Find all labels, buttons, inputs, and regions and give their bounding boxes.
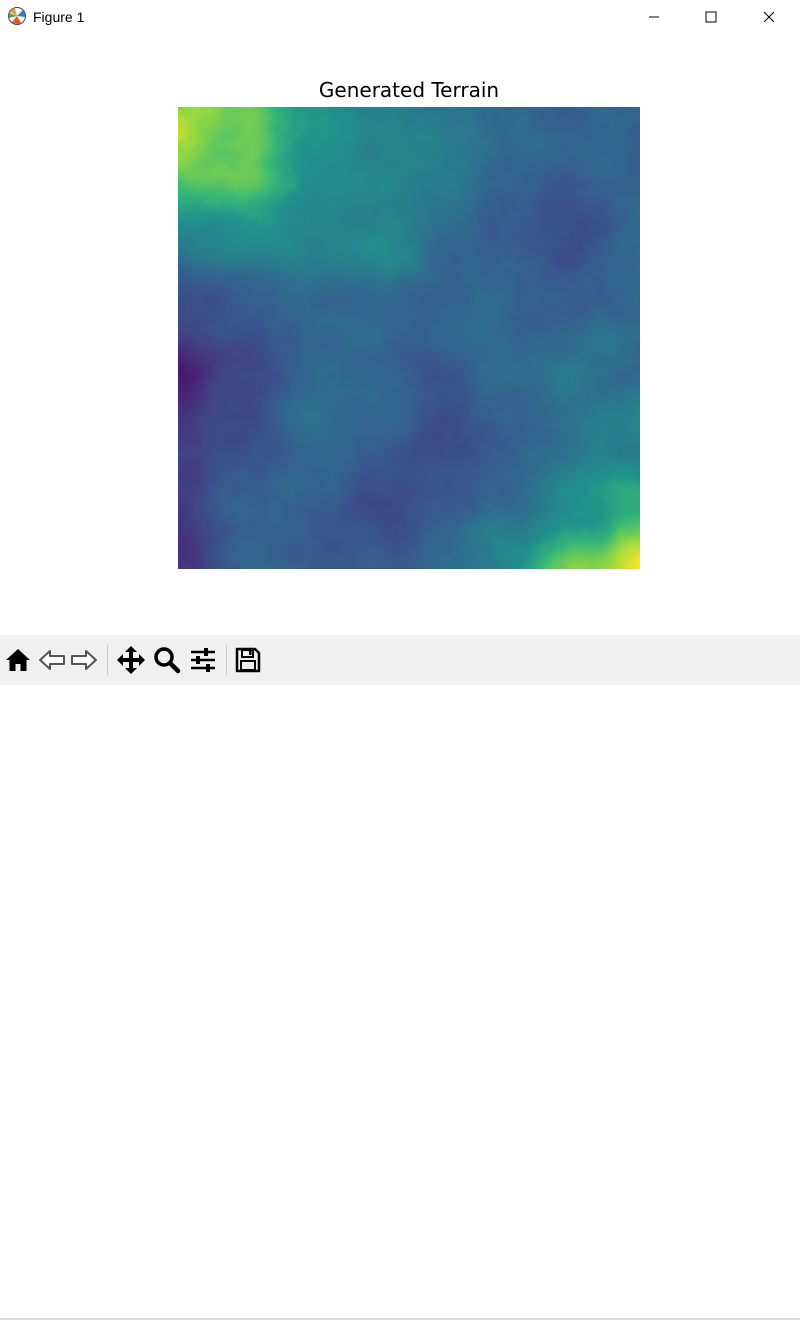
back-button[interactable] bbox=[36, 643, 68, 677]
floppy-disk-icon bbox=[235, 647, 261, 673]
minimize-button[interactable] bbox=[625, 0, 683, 33]
toolbar-separator bbox=[226, 645, 227, 675]
save-button[interactable] bbox=[232, 643, 264, 677]
move-arrows-icon bbox=[117, 646, 145, 674]
sliders-icon bbox=[191, 648, 215, 672]
maximize-icon bbox=[705, 11, 717, 22]
arrow-right-icon bbox=[71, 650, 97, 670]
minimize-icon bbox=[649, 16, 659, 17]
window-title: Figure 1 bbox=[33, 9, 85, 25]
configure-subplots-button[interactable] bbox=[187, 643, 219, 677]
chart-title: Generated Terrain bbox=[318, 78, 500, 102]
navigation-toolbar bbox=[0, 635, 800, 1320]
maximize-button[interactable] bbox=[682, 0, 740, 33]
close-icon bbox=[763, 11, 775, 22]
forward-button[interactable] bbox=[68, 643, 100, 677]
home-button[interactable] bbox=[2, 643, 34, 677]
zoom-button[interactable] bbox=[151, 643, 183, 677]
home-icon bbox=[6, 649, 30, 671]
terrain-heatmap[interactable] bbox=[178, 107, 640, 569]
matplotlib-icon bbox=[8, 7, 26, 25]
close-button[interactable] bbox=[740, 0, 798, 33]
window-titlebar: Figure 1 bbox=[0, 0, 800, 33]
figure-canvas[interactable]: Generated Terrain bbox=[0, 33, 800, 635]
pan-button[interactable] bbox=[115, 643, 147, 677]
magnifier-icon bbox=[154, 647, 181, 674]
toolbar-separator bbox=[107, 645, 108, 675]
arrow-left-icon bbox=[39, 650, 65, 670]
